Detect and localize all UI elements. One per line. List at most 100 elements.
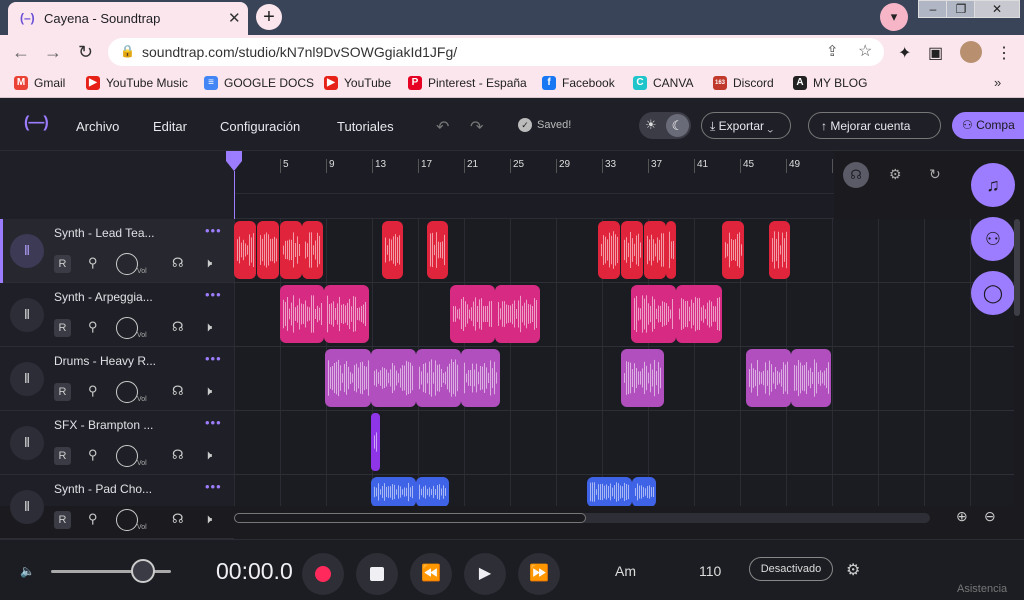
track-waveform-icon[interactable]: ⫴ — [10, 234, 44, 268]
solo-headphones-icon[interactable]: ☊ — [172, 447, 184, 463]
zoom-in-icon[interactable]: ⊕ — [956, 508, 968, 525]
effects-icon[interactable]: ⚲ — [88, 319, 98, 335]
track-name[interactable]: Synth - Lead Tea... — [54, 226, 158, 240]
mute-speaker-icon[interactable]: 🕨 — [204, 383, 212, 399]
audio-region[interactable] — [302, 221, 323, 279]
back-arrow-icon[interactable]: ← — [12, 42, 30, 63]
tempo-display[interactable]: 110 — [699, 563, 721, 579]
upgrade-button[interactable]: ↑ Mejorar cuenta — [808, 112, 941, 139]
bookmark-canva[interactable]: C CANVA — [633, 76, 693, 90]
menu-tutoriales[interactable]: Tutoriales — [337, 119, 394, 134]
loop-refresh-icon[interactable]: ↻ — [929, 166, 941, 183]
bookmark-star-icon[interactable]: ☆ — [858, 41, 872, 61]
record-arm-button[interactable]: R — [54, 447, 71, 465]
undo-icon[interactable]: ↶ — [436, 117, 449, 137]
audio-region[interactable] — [325, 349, 371, 407]
bookmark-facebook[interactable]: f Facebook — [542, 76, 615, 90]
new-tab-button[interactable]: + — [256, 4, 282, 30]
track-header[interactable]: ⫴ SFX - Brampton ... ••• R ⚲ Vol ☊ 🕨 — [0, 411, 234, 475]
audio-region[interactable] — [666, 221, 676, 279]
bookmark-pinterest-espa-a[interactable]: P Pinterest - España — [408, 76, 527, 90]
effects-icon[interactable]: ⚲ — [88, 383, 98, 399]
record-arm-button[interactable]: R — [54, 255, 71, 273]
track-waveform-icon[interactable]: ⫴ — [10, 490, 44, 524]
audio-region[interactable] — [382, 221, 403, 279]
track-waveform-icon[interactable]: ⫴ — [10, 426, 44, 460]
close-window-button[interactable]: ✕ — [974, 0, 1020, 18]
audio-region[interactable] — [644, 221, 666, 279]
browser-tab[interactable]: (–) Cayena - Soundtrap ✕ — [8, 2, 248, 35]
headphones-monitor-icon[interactable]: ☊ — [843, 162, 869, 188]
music-notes-button[interactable]: ♫ — [971, 163, 1015, 207]
transport-settings-icon[interactable]: ⚙ — [846, 560, 860, 580]
settings-gear-icon[interactable]: ⚙ — [889, 166, 902, 183]
vertical-scrollbar[interactable] — [1014, 219, 1020, 316]
arrangement-grid[interactable] — [234, 219, 1014, 506]
mute-speaker-icon[interactable]: 🕨 — [204, 511, 212, 527]
solo-headphones-icon[interactable]: ☊ — [172, 319, 184, 335]
audio-region[interactable] — [621, 349, 664, 407]
track-header[interactable]: ⫴ Synth - Arpeggia... ••• R ⚲ Vol ☊ 🕨 — [0, 283, 234, 347]
close-tab-icon[interactable]: ✕ — [228, 9, 241, 27]
browser-menu-icon[interactable]: ⋮ — [996, 43, 1012, 63]
playhead-marker[interactable] — [226, 151, 242, 171]
volume-knob[interactable] — [116, 381, 138, 403]
audio-region[interactable] — [461, 349, 500, 407]
track-more-options-icon[interactable]: ••• — [205, 479, 222, 494]
share-icon[interactable]: ⇪ — [826, 42, 839, 60]
volume-knob[interactable] — [116, 445, 138, 467]
bookmark-discord[interactable]: 163 Discord — [713, 76, 774, 90]
address-bar[interactable]: 🔒 soundtrap.com/studio/kN7nl9DvSOWGgiakI… — [108, 38, 884, 66]
soundtrap-logo[interactable]: (—) — [24, 114, 49, 132]
audio-region[interactable] — [371, 413, 380, 471]
extensions-puzzle-icon[interactable]: ✦ — [898, 43, 911, 63]
volume-knob[interactable] — [116, 253, 138, 275]
mute-speaker-icon[interactable]: 🕨 — [204, 447, 212, 463]
profile-avatar[interactable] — [960, 41, 982, 63]
bookmark-my-blog[interactable]: A MY BLOG — [793, 76, 867, 90]
reload-icon[interactable]: ↻ — [78, 42, 93, 63]
fast-forward-button[interactable]: ⏩ — [518, 553, 560, 595]
track-header[interactable]: ⫴ Synth - Lead Tea... ••• R ⚲ Vol ☊ 🕨 — [0, 219, 234, 283]
menu-archivo[interactable]: Archivo — [76, 119, 119, 134]
record-arm-button[interactable]: R — [54, 319, 71, 337]
side-panel-icon[interactable]: ▣ — [928, 43, 943, 63]
track-name[interactable]: Drums - Heavy R... — [54, 354, 158, 368]
audio-region[interactable] — [676, 285, 722, 343]
audio-region[interactable] — [769, 221, 790, 279]
mute-speaker-icon[interactable]: 🕨 — [204, 255, 212, 271]
track-header[interactable]: ⫴ Synth - Pad Cho... ••• R ⚲ Vol ☊ 🕨 — [0, 475, 234, 539]
audio-region[interactable] — [427, 221, 448, 279]
audio-region[interactable] — [371, 477, 416, 506]
rewind-button[interactable]: ⏪ — [410, 553, 452, 595]
theme-toggle[interactable]: ☀ ☾ — [639, 112, 691, 139]
minimize-window-button[interactable]: – — [918, 0, 948, 18]
track-more-options-icon[interactable]: ••• — [205, 415, 222, 430]
track-name[interactable]: Synth - Pad Cho... — [54, 482, 158, 496]
tab-search-chevron-icon[interactable]: ▾ — [880, 3, 908, 31]
audio-region[interactable] — [598, 221, 620, 279]
audio-region[interactable] — [324, 285, 369, 343]
bookmark-google-docs[interactable]: ≡ GOOGLE DOCS — [204, 76, 314, 90]
track-name[interactable]: Synth - Arpeggia... — [54, 290, 158, 304]
chat-button[interactable]: ◯ — [971, 271, 1015, 315]
audio-region[interactable] — [621, 221, 643, 279]
track-header[interactable]: ⫴ Drums - Heavy R... ••• R ⚲ Vol ☊ 🕨 — [0, 347, 234, 411]
solo-headphones-icon[interactable]: ☊ — [172, 383, 184, 399]
audio-region[interactable] — [371, 349, 416, 407]
audio-region[interactable] — [722, 221, 744, 279]
audio-region[interactable] — [587, 477, 632, 506]
bookmarks-overflow-icon[interactable]: » — [994, 75, 1001, 90]
audio-region[interactable] — [280, 221, 302, 279]
volume-knob[interactable] — [116, 317, 138, 339]
lock-icon[interactable]: 🔒 — [120, 44, 135, 58]
redo-icon[interactable]: ↷ — [470, 117, 483, 137]
timeline-ruler[interactable]: 59131721252933374145495 — [234, 151, 834, 219]
bookmark-youtube[interactable]: ▶ YouTube — [324, 76, 391, 90]
menu-configuracion[interactable]: Configuración — [220, 119, 300, 134]
track-more-options-icon[interactable]: ••• — [205, 287, 222, 302]
bookmark-gmail[interactable]: M Gmail — [14, 76, 65, 90]
track-waveform-icon[interactable]: ⫴ — [10, 362, 44, 396]
audio-region[interactable] — [257, 221, 279, 279]
effects-icon[interactable]: ⚲ — [88, 511, 98, 527]
